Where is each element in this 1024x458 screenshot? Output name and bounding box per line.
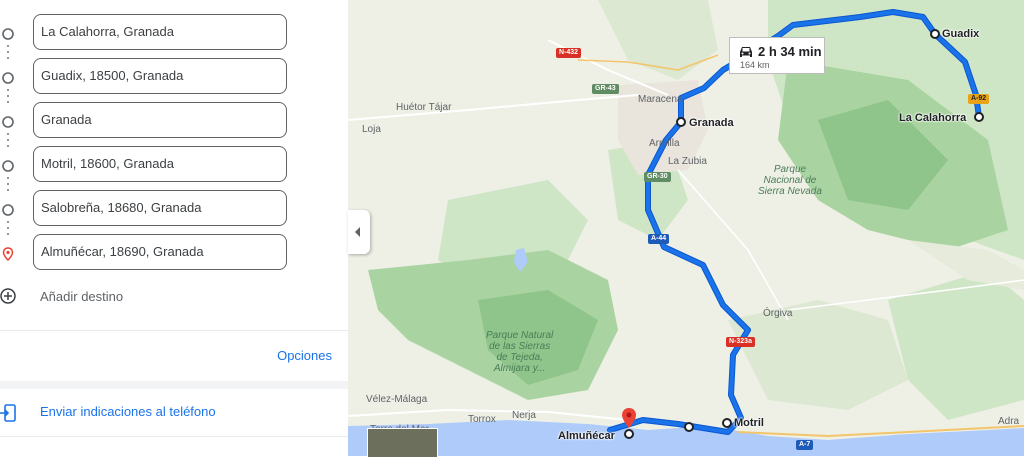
waypoint-row: Motril, 18600, Granada [0, 146, 348, 186]
divider [0, 330, 348, 331]
circle-icon [2, 160, 14, 172]
chevron-left-icon [355, 227, 360, 237]
road-shield-gr30: GR-30 [644, 172, 671, 182]
send-to-phone-icon [0, 404, 16, 422]
route-duration-callout[interactable]: 2 h 34 min 164 km [729, 37, 825, 74]
park-label-sierra-nevada: Parque Nacional de Sierra Nevada [758, 164, 822, 197]
waypoint-row: Salobreña, 18680, Granada [0, 190, 348, 230]
place-label: Adra [998, 416, 1020, 427]
circle-icon [2, 204, 14, 216]
waypoint-row: La Calahorra, Granada [0, 14, 348, 54]
place-label: Maracena [638, 94, 683, 105]
directions-panel: La Calahorra, Granada Guadix, 18500, Gra… [0, 0, 349, 456]
city-label-granada: Granada [689, 117, 734, 129]
road-shield-a44: A-44 [648, 234, 670, 244]
place-label: Vélez-Málaga [366, 394, 428, 405]
road-shield-gr43: GR-43 [592, 84, 619, 94]
city-label-la-calahorra: La Calahorra [899, 112, 967, 124]
waypoint-row: Granada [0, 102, 348, 142]
waypoint-input[interactable]: Granada [33, 102, 287, 138]
circle-icon [2, 72, 14, 84]
destination-map-pin-icon[interactable] [622, 408, 636, 428]
city-label-guadix: Guadix [942, 28, 980, 40]
add-destination-label: Añadir destino [40, 289, 124, 304]
map-canvas[interactable]: N-432 GR-43 GR-30 A-44 N-323a A-92 A-7 H… [348, 0, 1024, 456]
waypoint-input[interactable]: La Calahorra, Granada [33, 14, 287, 50]
place-label: Nerja [512, 410, 536, 421]
place-label: Torrox [468, 414, 496, 425]
circle-icon [2, 28, 14, 40]
park-label-tejeda: Parque Natural de las Sierras de Tejeda,… [486, 330, 554, 374]
waypoint-input[interactable]: Motril, 18600, Granada [33, 146, 287, 182]
road-shield-n432: N-432 [556, 48, 582, 58]
car-icon [740, 47, 752, 57]
waypoint-input[interactable]: Salobreña, 18680, Granada [33, 190, 287, 226]
plus-circle-icon [0, 288, 16, 304]
route-duration: 2 h 34 min [758, 44, 822, 59]
destination-pin-icon [2, 247, 14, 261]
city-label-motril: Motril [734, 417, 764, 429]
route-distance: 164 km [740, 60, 770, 70]
place-label: Huétor Tájar [396, 102, 452, 113]
send-to-phone-button[interactable]: Enviar indicaciones al teléfono [0, 398, 348, 428]
section-divider [0, 381, 348, 389]
place-label: Loja [362, 124, 381, 135]
waypoint-input[interactable]: Almuñécar, 18690, Granada [33, 234, 287, 270]
road-shield-a7: A-7 [796, 440, 814, 450]
waypoint-row: Guadix, 18500, Granada [0, 58, 348, 98]
place-label: Órgiva [763, 308, 793, 319]
city-label-almunecar: Almuñécar [558, 430, 615, 442]
options-button[interactable]: Opciones [277, 348, 332, 363]
place-label: Armilla [649, 138, 680, 149]
send-to-phone-label: Enviar indicaciones al teléfono [40, 404, 216, 419]
waypoint-input[interactable]: Guadix, 18500, Granada [33, 58, 287, 94]
add-destination-button[interactable]: Añadir destino [0, 284, 348, 308]
road-shield-n323a: N-323a [726, 337, 755, 347]
circle-icon [2, 116, 14, 128]
layers-thumbnail[interactable] [367, 428, 438, 458]
waypoint-row: Almuñécar, 18690, Granada [0, 234, 348, 274]
collapse-panel-button[interactable] [348, 210, 370, 254]
road-shield-a92: A-92 [968, 94, 990, 104]
divider [0, 436, 348, 437]
place-label: La Zubia [668, 156, 707, 167]
map-base [348, 0, 1024, 456]
